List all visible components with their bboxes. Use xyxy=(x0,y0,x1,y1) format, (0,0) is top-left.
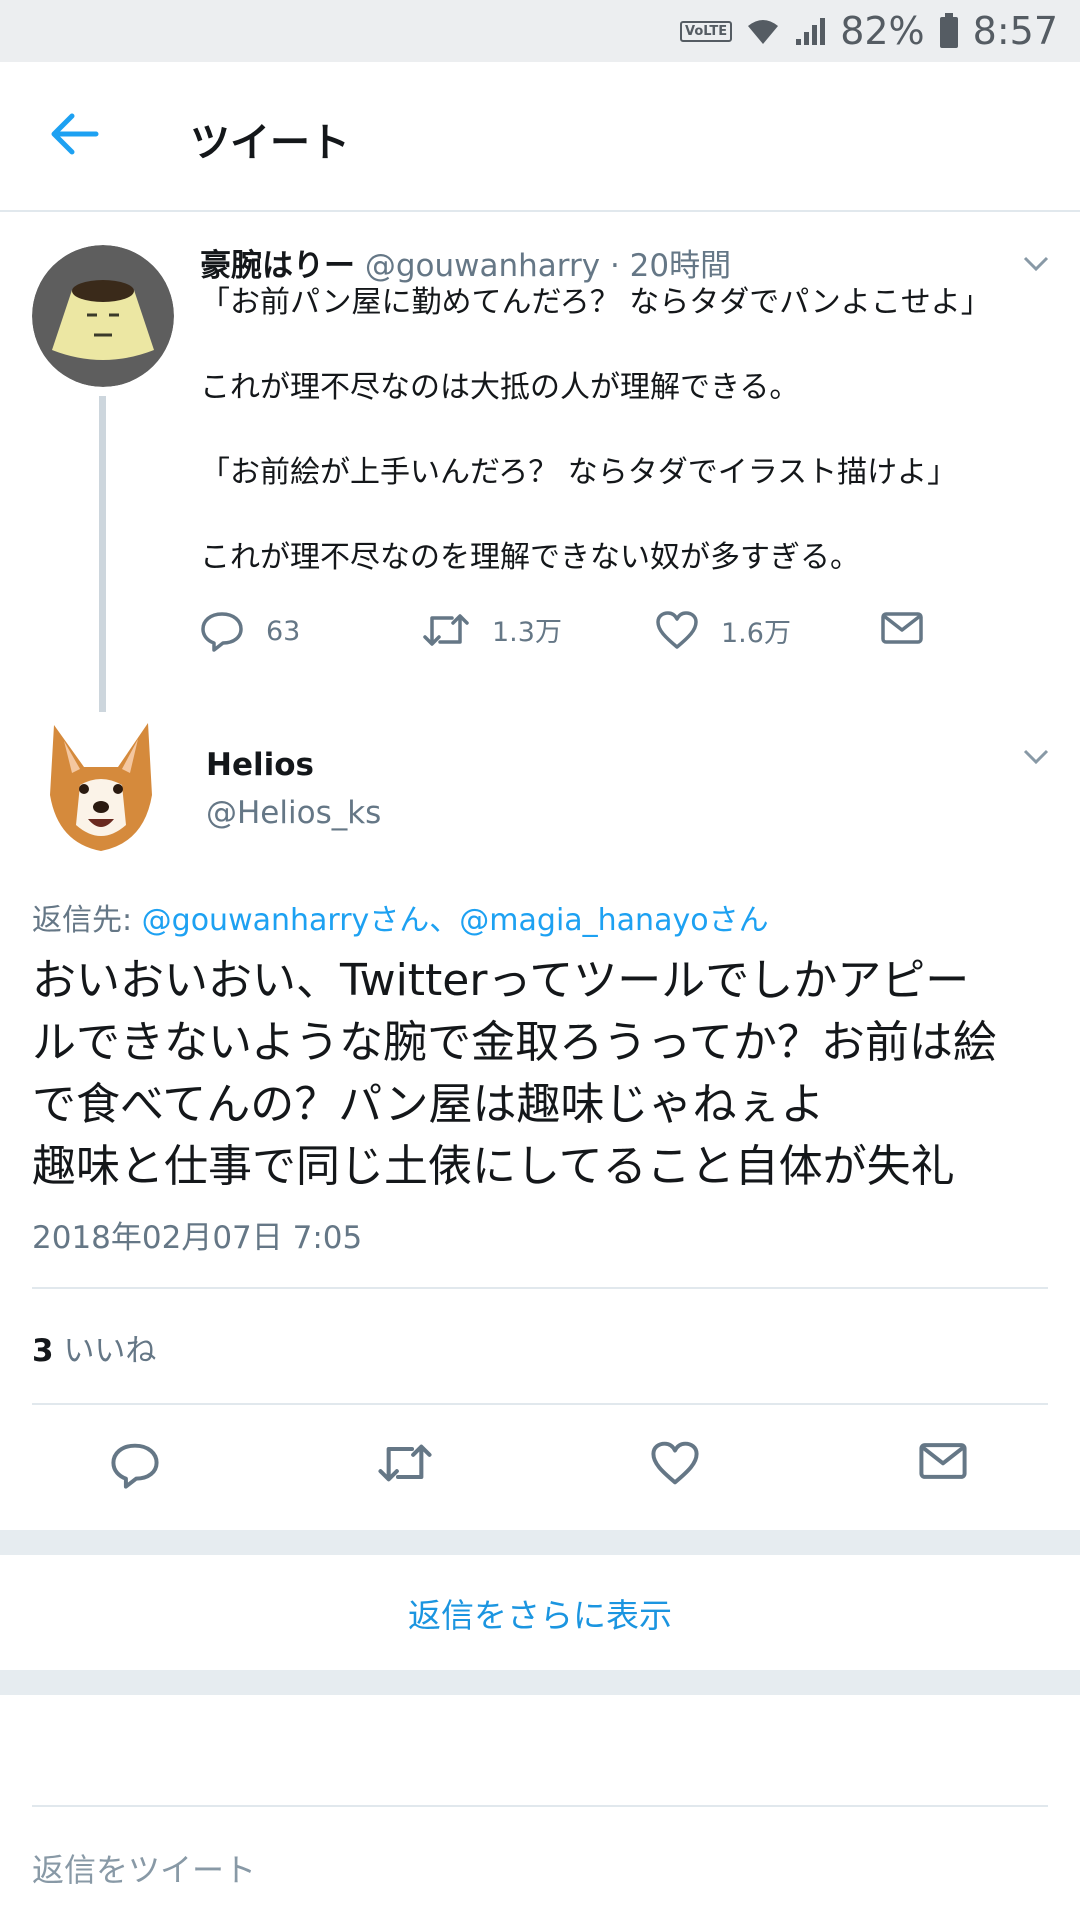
chevron-down-icon[interactable] xyxy=(1022,255,1050,273)
tweet-text: 「お前パン屋に勤めてんだろ？ ならタダでパンよこせよ」 これが理不尽なのは大抵の… xyxy=(200,282,1040,622)
reply-prefix: 返信先: xyxy=(32,903,142,938)
like-button[interactable]: 1.6万 xyxy=(655,610,791,650)
section-gap xyxy=(0,1670,1080,1695)
likes-summary[interactable]: 3 いいね xyxy=(32,1325,156,1370)
battery-icon xyxy=(939,13,959,49)
tweet-timestamp: 2018年02月07日 7:05 xyxy=(32,1220,363,1256)
section-gap xyxy=(0,1530,1080,1555)
chevron-down-icon[interactable] xyxy=(1022,748,1050,766)
avatar[interactable] xyxy=(32,245,174,387)
tweet-line: これが理不尽なのは大抵の人が理解できる。 xyxy=(200,370,800,405)
battery-percent: 82% xyxy=(840,9,925,53)
retweet-icon xyxy=(423,613,469,646)
reply-count: 63 xyxy=(266,615,301,647)
top-app-bar: ツイート xyxy=(0,62,1080,212)
display-name[interactable]: 豪腕はりー xyxy=(200,248,355,284)
reply-input[interactable]: 返信をツイート xyxy=(32,1845,256,1891)
like-count: 1.6万 xyxy=(721,617,791,649)
show-more-replies-button[interactable]: 返信をさらに表示 xyxy=(0,1555,1080,1670)
arrow-left-icon[interactable] xyxy=(48,112,100,156)
signal-icon xyxy=(794,15,826,47)
avatar[interactable] xyxy=(40,715,162,857)
reply-button[interactable]: 63 xyxy=(200,610,300,652)
reply-context: 返信先: @gouwanharryさん、@magia_hanayoさん xyxy=(32,895,769,939)
reply-icon xyxy=(201,612,243,652)
tweet-line: 趣味と仕事で同じ土俵にしてること自体が失礼 xyxy=(32,1141,955,1192)
thread-line xyxy=(99,396,106,712)
tweet-header: 豪腕はりー @gouwanharry · 20時間 xyxy=(200,240,731,285)
tweet-actions: 63 1.3万 1.6万 xyxy=(200,610,960,660)
clock: 8:57 xyxy=(972,9,1058,53)
tweet-line: で食べてんの？パン屋は趣味じゃねぇよ xyxy=(32,1079,825,1130)
user-handle[interactable]: @gouwanharry xyxy=(365,248,600,284)
divider xyxy=(32,1805,1048,1807)
wifi-icon xyxy=(746,16,780,46)
tweet-age: · 20時間 xyxy=(609,248,732,284)
retweet-button[interactable]: 1.3万 xyxy=(422,610,562,649)
likes-count: 3 xyxy=(32,1333,54,1369)
tweet-line: おいおいおい、Twitterってツールでしかアピー xyxy=(32,955,970,1006)
retweet-count: 1.3万 xyxy=(492,617,562,648)
tweet-line: 「お前絵が上手いんだろ？ ならタダでイラスト描けよ」 xyxy=(200,455,958,490)
status-bar: VoLTE 82% 8:57 xyxy=(0,0,1080,62)
heart-icon[interactable] xyxy=(650,1440,700,1490)
tweet-text: おいおいおい、Twitterってツールでしかアピー ルできないような腕で金取ろう… xyxy=(32,950,1052,1198)
tweet-actions xyxy=(0,1440,1080,1500)
envelope-icon xyxy=(881,612,923,644)
envelope-icon[interactable] xyxy=(918,1440,968,1486)
tweet-line: これが理不尽なのを理解できない奴が多すぎる。 xyxy=(200,540,860,575)
likes-label: いいね xyxy=(63,1333,157,1369)
heart-icon xyxy=(656,611,698,649)
share-button[interactable] xyxy=(880,610,946,646)
retweet-icon[interactable] xyxy=(377,1440,433,1490)
volte-indicator: VoLTE xyxy=(680,20,733,42)
tweet-line: ルできないような腕で金取ろうってか？お前は絵 xyxy=(32,1017,997,1068)
user-handle[interactable]: @Helios_ks xyxy=(206,795,381,831)
divider xyxy=(32,1287,1048,1289)
divider xyxy=(32,1403,1048,1405)
tweet-line: 「お前パン屋に勤めてんだろ？ ならタダでパンよこせよ」 xyxy=(200,285,991,320)
display-name[interactable]: Helios xyxy=(206,747,314,783)
reply-icon[interactable] xyxy=(110,1440,160,1494)
reply-targets-link[interactable]: @gouwanharryさん、@magia_hanayoさん xyxy=(142,903,769,938)
page-title: ツイート xyxy=(190,120,350,166)
